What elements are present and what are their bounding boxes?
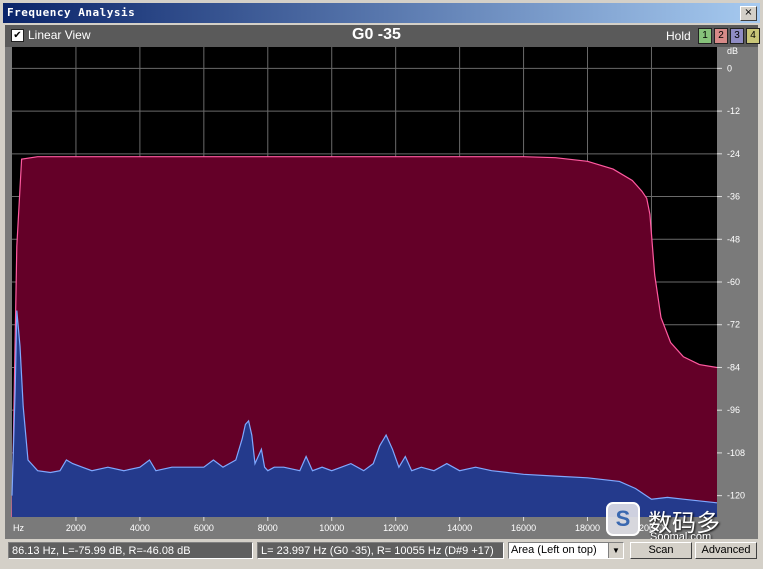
y-tick-label: -36 — [727, 192, 740, 202]
y-tick-label: -12 — [727, 106, 740, 116]
y-tick-label: -120 — [727, 491, 745, 501]
title-bar[interactable]: Frequency Analysis × — [3, 3, 760, 23]
watermark-logo-icon: S — [606, 502, 640, 536]
spectrum-plot[interactable]: 0 -12 -24 -36 -48 -60 -72 -84 -96 -108 -120 2000 40… — [0, 47, 763, 539]
dropdown-arrow-icon[interactable]: ▼ — [608, 543, 623, 558]
display-mode-select[interactable]: Area (Left on top) ▼ — [508, 542, 624, 559]
y-tick-label: -24 — [727, 149, 740, 159]
x-tick-label: 18000 — [575, 523, 600, 533]
scan-button[interactable]: Scan — [630, 542, 692, 559]
y-tick-label: -96 — [727, 405, 740, 415]
x-tick-label: 10000 — [319, 523, 344, 533]
status-bar: 86.13 Hz, L=-75.99 dB, R=-46.08 dB L= 23… — [0, 539, 763, 569]
x-tick-label: 12000 — [383, 523, 408, 533]
y-tick-label: -84 — [727, 362, 740, 372]
x-axis-unit: Hz — [13, 523, 24, 533]
y-tick-label: -108 — [727, 448, 745, 458]
peak-readout: L= 23.997 Hz (G0 -35), R= 10055 Hz (D#9 … — [257, 542, 504, 559]
linear-view-checkbox[interactable]: ✔ — [11, 29, 24, 42]
hold-label: Hold — [666, 29, 691, 43]
close-button[interactable]: × — [740, 6, 757, 21]
x-tick-label: 14000 — [447, 523, 472, 533]
advanced-button[interactable]: Advanced — [695, 542, 757, 559]
display-mode-value: Area (Left on top) — [511, 544, 597, 556]
right-channel-area — [12, 156, 717, 517]
cursor-readout: 86.13 Hz, L=-75.99 dB, R=-46.08 dB — [8, 542, 253, 559]
frequency-analysis-window: Frequency Analysis × ✔ Linear View G0 -3… — [0, 0, 763, 569]
watermark-logo-glyph: S — [615, 506, 631, 531]
x-tick-label: 16000 — [511, 523, 536, 533]
y-tick-label: -48 — [727, 234, 740, 244]
x-tick-label: 8000 — [258, 523, 278, 533]
x-tick-label: 2000 — [66, 523, 86, 533]
y-tick-label: 0 — [727, 63, 732, 73]
x-tick-label: 6000 — [194, 523, 214, 533]
linear-view-label[interactable]: Linear View — [28, 28, 90, 42]
note-readout: G0 -35 — [352, 26, 401, 43]
analysis-toolbar: ✔ Linear View G0 -35 Hold 1 2 3 4 — [5, 25, 760, 47]
window-title: Frequency Analysis — [7, 6, 136, 19]
hold-button-3[interactable]: 3 — [730, 28, 744, 44]
hold-button-4[interactable]: 4 — [746, 28, 760, 44]
y-tick-label: -60 — [727, 277, 740, 287]
hold-button-2[interactable]: 2 — [714, 28, 728, 44]
hold-button-1[interactable]: 1 — [698, 28, 712, 44]
y-axis-unit: dB — [727, 47, 738, 56]
y-tick-label: -72 — [727, 320, 740, 330]
x-tick-label: 4000 — [130, 523, 150, 533]
